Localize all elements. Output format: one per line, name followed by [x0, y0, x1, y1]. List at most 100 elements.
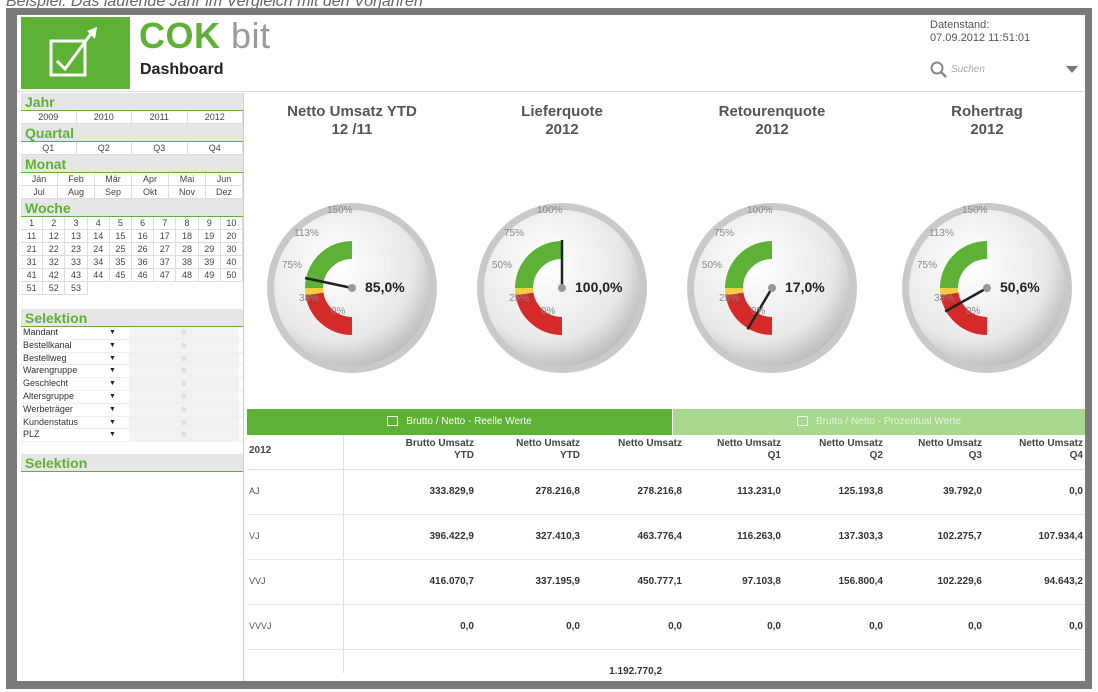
quartal-item[interactable]: Q2 [76, 142, 132, 155]
selektion-field-value[interactable]: ○ [129, 339, 239, 352]
search-box[interactable]: Suchen [930, 60, 1078, 80]
monat-item[interactable]: Mai [169, 173, 206, 186]
monat-item[interactable]: Jul [21, 186, 58, 199]
selektion-row[interactable]: PLZ ▼ ○ [21, 429, 243, 443]
woche-item[interactable]: 11 [21, 230, 44, 243]
woche-item[interactable]: 43 [65, 269, 88, 282]
tab-reelle-werte[interactable]: Brutto / Netto - Reelle Werte [247, 409, 672, 435]
woche-item[interactable]: 32 [43, 256, 66, 269]
table-row[interactable]: VVJ 416.070,7 337.195,9 450.777,1 97.103,8 15… [247, 560, 1085, 605]
selektion-field-value[interactable]: ○ [129, 352, 239, 365]
woche-item[interactable]: 13 [65, 230, 88, 243]
dropdown-arrow-icon[interactable]: ▼ [109, 353, 129, 365]
jahr-item[interactable]: 2011 [132, 111, 188, 124]
woche-item[interactable]: 17 [154, 230, 177, 243]
selektion-field-value[interactable]: ○ [129, 365, 239, 378]
woche-item[interactable]: 10 [220, 217, 243, 230]
monat-item[interactable]: Okt [132, 186, 169, 199]
selektion-field-value[interactable]: ○ [129, 403, 239, 416]
selektion-row[interactable]: Bestellweg ▼ ○ [21, 352, 243, 366]
search-input[interactable]: Suchen [951, 64, 985, 75]
chevron-down-icon[interactable] [1066, 66, 1078, 73]
woche-item[interactable]: 50 [220, 269, 243, 282]
selektion-row[interactable]: Bestellkanal ▼ ○ [21, 339, 243, 353]
woche-item[interactable]: 51 [21, 282, 44, 295]
quartal-item[interactable]: Q4 [187, 142, 243, 155]
woche-item[interactable]: 19 [198, 230, 221, 243]
selektion-row[interactable]: Kundenstatus ▼ ○ [21, 416, 243, 430]
monat-item[interactable]: Jän [21, 173, 58, 186]
column-header[interactable]: Netto Umsatz YTD [480, 438, 580, 462]
jahr-item[interactable]: 2010 [76, 111, 132, 124]
monat-item[interactable]: Mär [95, 173, 132, 186]
monat-item[interactable]: Apr [132, 173, 169, 186]
table-row[interactable]: VJ 396.422,9 327.410,3 463.776,4 116.263,0 13… [247, 515, 1085, 560]
woche-item[interactable]: 8 [176, 217, 199, 230]
woche-item[interactable]: 31 [21, 256, 44, 269]
woche-item[interactable]: 24 [87, 243, 110, 256]
woche-item[interactable]: 35 [109, 256, 132, 269]
tab-prozentual-werte[interactable]: Brutto / Netto - Prozentual Werte [673, 409, 1085, 435]
woche-item[interactable]: 28 [176, 243, 199, 256]
woche-item[interactable]: 14 [87, 230, 110, 243]
column-header[interactable]: Netto Umsatz Q4 [983, 438, 1083, 462]
selektion-field-value[interactable]: ○ [129, 327, 239, 339]
woche-item[interactable]: 15 [109, 230, 132, 243]
woche-item[interactable]: 29 [198, 243, 221, 256]
woche-item[interactable]: 46 [132, 269, 155, 282]
woche-item[interactable]: 53 [65, 282, 88, 295]
search-icon[interactable] [930, 61, 948, 79]
woche-item[interactable]: 36 [132, 256, 155, 269]
woche-item[interactable]: 26 [132, 243, 155, 256]
woche-item[interactable]: 40 [220, 256, 243, 269]
woche-item[interactable]: 44 [87, 269, 110, 282]
woche-item[interactable]: 37 [154, 256, 177, 269]
selektion-row[interactable]: Warengruppe ▼ ○ [21, 365, 243, 379]
woche-item[interactable]: 27 [154, 243, 177, 256]
column-header[interactable]: Netto Umsatz Q1 [681, 438, 781, 462]
selektion-field-value[interactable]: ○ [129, 378, 239, 390]
dropdown-arrow-icon[interactable]: ▼ [109, 378, 129, 390]
dropdown-arrow-icon[interactable]: ▼ [109, 327, 129, 339]
woche-item[interactable]: 25 [109, 243, 132, 256]
woche-item[interactable]: 5 [109, 217, 132, 230]
woche-item[interactable]: 20 [220, 230, 243, 243]
woche-item[interactable]: 39 [198, 256, 221, 269]
table-row[interactable]: AJ 333.829,9 278.216,8 278.216,8 113.231,0 12… [247, 470, 1085, 515]
column-header[interactable]: Netto Umsatz [582, 438, 682, 450]
woche-item[interactable]: 47 [154, 269, 177, 282]
woche-item[interactable]: 30 [220, 243, 243, 256]
dropdown-arrow-icon[interactable]: ▼ [109, 365, 129, 377]
dropdown-arrow-icon[interactable]: ▼ [109, 404, 129, 416]
monat-item[interactable]: Feb [58, 173, 95, 186]
selektion-row[interactable]: Werbeträger ▼ ○ [21, 403, 243, 417]
gauge-panel[interactable]: Lieferquote 2012 100% 75% 50% 25% 0% 100,0% [457, 93, 667, 403]
year-header[interactable]: 2012 [249, 445, 271, 457]
woche-item[interactable]: 2 [43, 217, 66, 230]
dropdown-arrow-icon[interactable]: ▼ [109, 340, 129, 352]
dropdown-arrow-icon[interactable]: ▼ [109, 417, 129, 429]
woche-item[interactable]: 3 [65, 217, 88, 230]
monat-item[interactable]: Aug [58, 186, 95, 199]
selektion-row[interactable]: Altersgruppe ▼ ○ [21, 390, 243, 404]
monat-item[interactable]: Sep [95, 186, 132, 199]
monat-item[interactable]: Dez [206, 186, 243, 199]
table-row[interactable]: VVVJ 0,0 0,0 0,0 0,0 0,0 0,0 0,0 [247, 605, 1085, 650]
woche-item[interactable]: 7 [154, 217, 177, 230]
woche-item[interactable]: 6 [132, 217, 155, 230]
woche-item[interactable]: 52 [43, 282, 66, 295]
woche-item[interactable]: 18 [176, 230, 199, 243]
gauge-panel[interactable]: Netto Umsatz YTD 12 /11 150% 113% 75% 38% 0% 85… [247, 93, 457, 403]
selektion-field-value[interactable]: ○ [129, 390, 239, 403]
woche-item[interactable]: 16 [132, 230, 155, 243]
dropdown-arrow-icon[interactable]: ▼ [109, 391, 129, 403]
column-header[interactable]: Brutto Umsatz YTD [374, 438, 474, 462]
woche-item[interactable]: 9 [198, 217, 221, 230]
woche-item[interactable]: 22 [43, 243, 66, 256]
column-header[interactable]: Netto Umsatz Q3 [882, 438, 982, 462]
column-header[interactable]: Netto Umsatz Q2 [783, 438, 883, 462]
jahr-item[interactable]: 2009 [21, 111, 77, 124]
dropdown-arrow-icon[interactable]: ▼ [109, 429, 129, 441]
woche-item[interactable]: 49 [198, 269, 221, 282]
woche-item[interactable]: 21 [21, 243, 44, 256]
